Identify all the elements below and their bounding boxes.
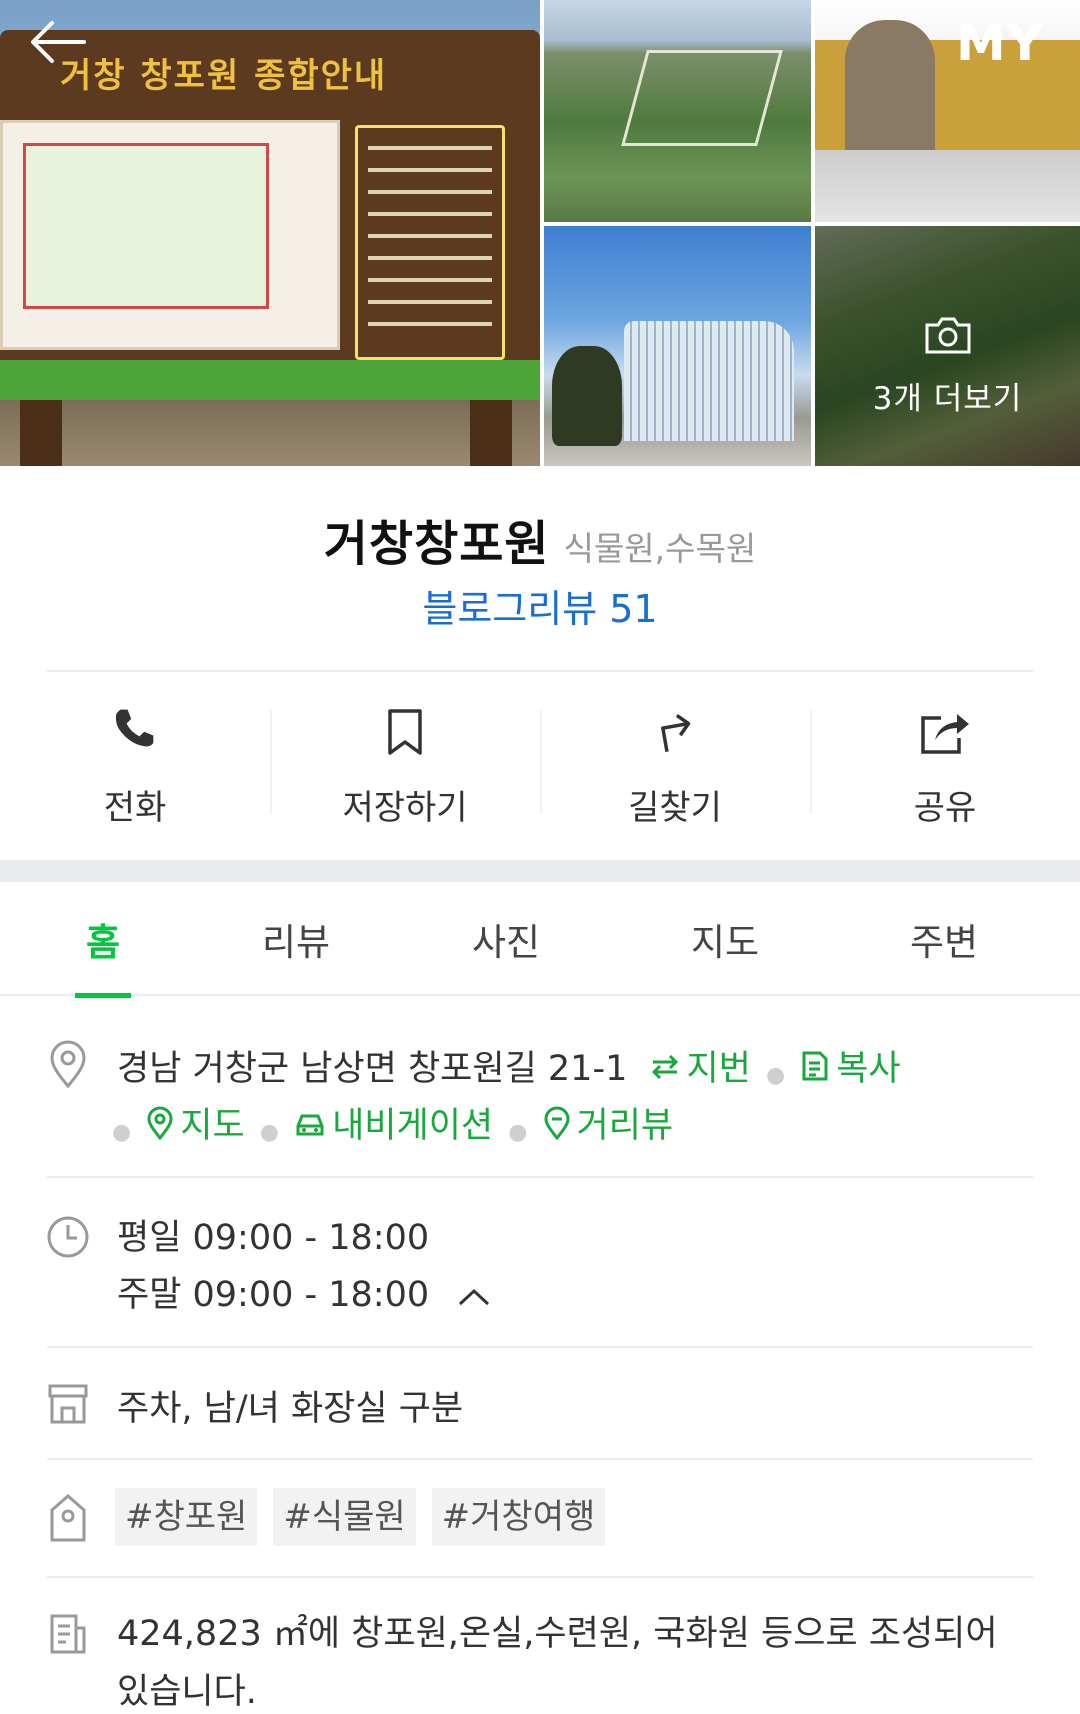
jibun-button[interactable]: 지번 <box>650 1049 751 1090</box>
tab-photo[interactable]: 사진 <box>386 882 626 996</box>
bookmark-icon <box>381 708 429 760</box>
directions-button[interactable]: 길찾기 <box>540 672 810 860</box>
streetview-label: 거리뷰 <box>576 1106 674 1146</box>
facilities-text: 주차, 남/녀 화장실 구분 <box>117 1389 464 1429</box>
description-text: 424,823 ㎡에 창포원,온실,수련원, 국화원 등으로 조성되어 있습니다… <box>117 1614 998 1712</box>
divider <box>47 1176 1033 1178</box>
sign-post <box>20 400 62 466</box>
action-bar: 전화 저장하기 길찾기 공유 <box>0 672 1080 860</box>
section-gap <box>0 860 1080 882</box>
greenhouse-glass <box>624 321 794 441</box>
store-icon <box>46 1382 90 1430</box>
navigation-link[interactable]: 내비게이션 <box>294 1106 493 1146</box>
navigation-label: 내비게이션 <box>332 1106 494 1146</box>
tag-list: #창포원 #식물원 #거창여행 <box>115 1488 606 1546</box>
tag-chip[interactable]: #창포원 <box>115 1488 258 1546</box>
separator-dot: ● <box>508 1120 528 1145</box>
share-label: 공유 <box>913 788 977 828</box>
streetview-link[interactable]: 거리뷰 <box>543 1106 674 1149</box>
sign-title: 거창 창포원 종합안내 <box>60 56 388 96</box>
sign-map <box>0 120 340 350</box>
copy-label: 복사 <box>836 1049 901 1089</box>
divider <box>47 1576 1033 1578</box>
divider <box>47 1346 1033 1348</box>
more-photos-label: 3개 더보기 <box>872 380 1023 417</box>
place-category: 식물원,수목원 <box>563 529 757 568</box>
tab-nearby[interactable]: 주변 <box>824 882 1064 996</box>
save-button[interactable]: 저장하기 <box>270 672 540 860</box>
swap-icon <box>650 1050 680 1090</box>
separator-dot: ● <box>112 1120 132 1145</box>
photo-gallery[interactable]: 거창 창포원 종합안내 3개 더보기 MY <box>0 0 1080 466</box>
tab-review[interactable]: 리뷰 <box>206 882 386 996</box>
business-hours: 평일 09:00 - 18:00 주말 09:00 - 18:00 <box>117 1210 491 1324</box>
tab-map[interactable]: 지도 <box>626 882 824 996</box>
map-pin-icon <box>146 1106 174 1149</box>
clock-icon <box>46 1215 90 1263</box>
document-icon <box>48 1612 88 1660</box>
tag-chip[interactable]: #거창여행 <box>431 1488 606 1546</box>
place-name: 거창창포원 <box>323 516 550 572</box>
save-label: 저장하기 <box>342 788 468 828</box>
directions-label: 길찾기 <box>628 788 722 828</box>
streetview-icon <box>543 1106 571 1149</box>
collapse-chevron-icon[interactable] <box>457 1268 491 1325</box>
weekend-hours: 주말 09:00 - 18:00 <box>117 1275 430 1315</box>
map-link[interactable]: 지도 <box>146 1106 245 1149</box>
building-tower <box>845 20 935 150</box>
divider <box>47 1458 1033 1460</box>
sign-post <box>470 400 512 466</box>
car-icon <box>294 1107 326 1147</box>
tab-home[interactable]: 홈 <box>0 882 206 996</box>
separator-dot: ● <box>259 1120 279 1145</box>
sign-grass <box>0 360 540 400</box>
separator-dot: ● <box>765 1063 786 1088</box>
tag-chip[interactable]: #식물원 <box>273 1488 416 1546</box>
camera-icon <box>923 275 973 359</box>
share-icon <box>919 708 971 760</box>
share-button[interactable]: 공유 <box>810 672 1080 860</box>
directions-icon <box>651 708 699 760</box>
copy-button[interactable]: 복사 <box>800 1049 901 1092</box>
address-links: ● 지도 ● 내비게이션 ● 거리뷰 <box>112 1097 673 1149</box>
my-button[interactable]: MY <box>956 14 1044 72</box>
copy-icon <box>800 1049 830 1092</box>
place-title-section: 거창창포원 식물원,수목원 블로그리뷰 51 <box>0 466 1080 672</box>
photo-aerial[interactable] <box>544 0 811 222</box>
weekday-hours: 평일 09:00 - 18:00 <box>117 1218 430 1258</box>
tag-icon <box>48 1492 88 1548</box>
more-photos-button[interactable]: 3개 더보기 <box>815 226 1080 466</box>
jibun-label: 지번 <box>686 1049 751 1089</box>
back-arrow-icon <box>28 19 86 69</box>
phone-icon <box>111 708 159 760</box>
blog-review-link[interactable]: 블로그리뷰 51 <box>0 578 1080 633</box>
sign-legend <box>355 125 505 360</box>
call-label: 전화 <box>103 788 167 828</box>
map-link-label: 지도 <box>180 1106 245 1146</box>
address-text: 경남 거창군 남상면 창포원길 21-1 <box>117 1049 628 1089</box>
weekend-hours-row: 주말 09:00 - 18:00 <box>117 1267 491 1324</box>
call-button[interactable]: 전화 <box>0 672 270 860</box>
back-button[interactable] <box>28 18 98 70</box>
photo-greenhouse[interactable] <box>544 226 811 466</box>
tree-shape <box>552 346 622 446</box>
address-line: 경남 거창군 남상면 창포원길 21-1 지번 ● 복사 <box>117 1040 901 1092</box>
tab-bar: 홈 리뷰 사진 지도 주변 <box>0 882 1080 996</box>
